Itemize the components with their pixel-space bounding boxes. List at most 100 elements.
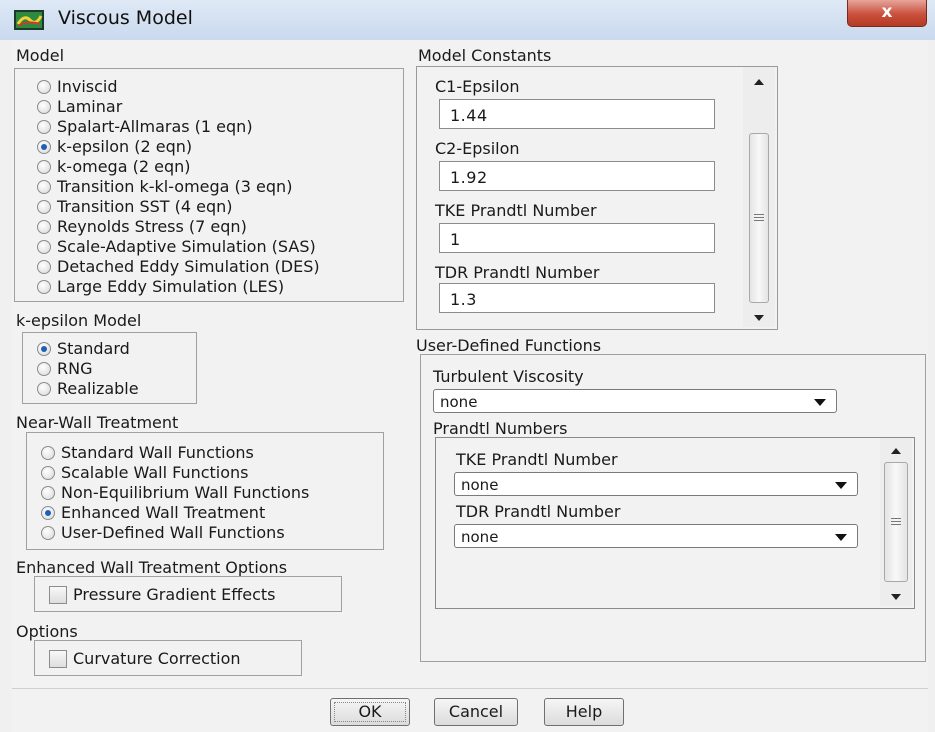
model-option-label: Scale-Adaptive Simulation (SAS) [57, 237, 316, 256]
close-icon: x [881, 2, 893, 22]
grip-icon [891, 524, 901, 525]
model-option-label: Detached Eddy Simulation (DES) [57, 257, 320, 276]
c1-epsilon-input[interactable]: 1.44 [439, 99, 715, 129]
radio-icon [37, 80, 51, 94]
c2-epsilon-input[interactable]: 1.92 [439, 161, 715, 191]
cancel-button-label: Cancel [448, 702, 504, 721]
udf-tdr-prandtl-dropdown[interactable]: none [454, 524, 858, 548]
model-group: Inviscid Laminar Spalart-Allmaras (1 eqn… [14, 68, 404, 302]
radio-selected-icon [37, 140, 51, 154]
radio-icon [37, 382, 51, 396]
curvature-correction-checkbox[interactable]: Curvature Correction [49, 649, 289, 669]
model-option-label: Reynolds Stress (7 eqn) [57, 217, 247, 236]
model-constants-scrollbar[interactable] [743, 67, 775, 327]
viscous-model-dialog: Viscous Model x Model Inviscid Laminar S… [0, 0, 935, 732]
title-bar[interactable]: Viscous Model x [0, 0, 935, 40]
c1-epsilon-label: C1-Epsilon [435, 77, 520, 96]
k-epsilon-option-label: Standard [57, 339, 130, 358]
radio-icon [41, 486, 55, 500]
checkbox-icon [49, 586, 67, 604]
tdr-prandtl-number-label: TDR Prandtl Number [435, 263, 600, 282]
radio-icon [37, 280, 51, 294]
model-option-label: Inviscid [57, 77, 118, 96]
radio-icon [37, 160, 51, 174]
pressure-gradient-effects-checkbox[interactable]: Pressure Gradient Effects [49, 585, 329, 605]
k-epsilon-model-group: Standard RNG Realizable [22, 332, 197, 404]
near-wall-option-label: Standard Wall Functions [61, 443, 254, 462]
near-wall-option-label: User-Defined Wall Functions [61, 523, 285, 542]
udf-tdr-prandtl-label: TDR Prandtl Number [456, 502, 621, 521]
radio-selected-icon [37, 342, 51, 356]
scroll-up-arrow-icon[interactable] [754, 79, 764, 85]
scrollbar-thumb[interactable] [749, 133, 769, 303]
model-option-label: Spalart-Allmaras (1 eqn) [57, 117, 253, 136]
turbulent-viscosity-label: Turbulent Viscosity [433, 367, 584, 386]
model-constants-panel: C1-Epsilon 1.44 C2-Epsilon 1.92 TKE Pran… [416, 66, 778, 330]
scroll-down-arrow-icon[interactable] [754, 315, 764, 321]
fluent-app-icon [14, 10, 44, 30]
radio-icon [37, 120, 51, 134]
near-wall-treatment-group: Standard Wall Functions Scalable Wall Fu… [26, 432, 384, 550]
radio-icon [37, 180, 51, 194]
turbulent-viscosity-value: none [440, 393, 478, 411]
grip-icon [754, 214, 764, 215]
radio-icon [37, 100, 51, 114]
k-epsilon-option-label: RNG [57, 359, 93, 378]
radio-icon [41, 526, 55, 540]
k-epsilon-option-label: Realizable [57, 379, 139, 398]
chevron-down-icon [835, 534, 847, 541]
enhanced-wall-options-title: Enhanced Wall Treatment Options [16, 558, 288, 577]
grip-icon [891, 521, 901, 522]
near-wall-option-label: Enhanced Wall Treatment [61, 503, 266, 522]
near-wall-option-label: Non-Equilibrium Wall Functions [61, 483, 310, 502]
grip-icon [754, 217, 764, 218]
radio-icon [37, 362, 51, 376]
curvature-correction-label: Curvature Correction [73, 649, 241, 668]
udf-tke-prandtl-value: none [461, 476, 499, 494]
tke-prandtl-number-input[interactable]: 1 [439, 223, 715, 253]
dialog-body: Model Inviscid Laminar Spalart-Allmaras … [12, 40, 928, 732]
chevron-down-icon [835, 482, 847, 489]
prandtl-numbers-panel: TKE Prandtl Number none TDR Prandtl Numb… [435, 437, 915, 609]
chevron-down-icon [814, 399, 826, 406]
turbulent-viscosity-dropdown[interactable]: none [433, 389, 837, 413]
radio-icon [41, 466, 55, 480]
k-epsilon-model-title: k-epsilon Model [16, 311, 142, 330]
close-button[interactable]: x [847, 0, 927, 27]
pressure-gradient-effects-label: Pressure Gradient Effects [73, 585, 276, 604]
radio-icon [41, 446, 55, 460]
ok-button[interactable]: OK [330, 698, 410, 726]
window-title: Viscous Model [58, 7, 193, 29]
prandtl-numbers-scrollbar[interactable] [880, 438, 912, 606]
tke-prandtl-number-label: TKE Prandtl Number [435, 201, 597, 220]
grip-icon [754, 220, 764, 221]
model-constants-title: Model Constants [418, 46, 552, 65]
options-group: Curvature Correction [34, 640, 302, 676]
help-button[interactable]: Help [544, 698, 624, 726]
radio-icon [37, 260, 51, 274]
model-option-label: Transition SST (4 eqn) [57, 197, 233, 216]
user-defined-functions-title: User-Defined Functions [416, 336, 602, 355]
radio-icon [37, 220, 51, 234]
radio-selected-icon [41, 506, 55, 520]
scrollbar-thumb[interactable] [884, 462, 908, 582]
tdr-prandtl-number-input[interactable]: 1.3 [439, 283, 715, 313]
udf-tke-prandtl-label: TKE Prandtl Number [456, 450, 618, 469]
button-bar-divider [12, 688, 928, 689]
cancel-button[interactable]: Cancel [434, 698, 518, 726]
udf-tke-prandtl-dropdown[interactable]: none [454, 472, 858, 496]
radio-icon [37, 200, 51, 214]
prandtl-numbers-title: Prandtl Numbers [433, 419, 568, 438]
near-wall-treatment-title: Near-Wall Treatment [16, 413, 179, 432]
model-option-label: Large Eddy Simulation (LES) [57, 277, 285, 296]
enhanced-wall-options-group: Pressure Gradient Effects [34, 576, 342, 612]
near-wall-option-label: Scalable Wall Functions [61, 463, 249, 482]
model-option-label: Transition k-kl-omega (3 eqn) [57, 177, 293, 196]
focus-rect [334, 702, 406, 722]
options-title: Options [16, 622, 78, 641]
scroll-up-arrow-icon[interactable] [891, 448, 901, 454]
scroll-down-arrow-icon[interactable] [891, 594, 901, 600]
help-button-label: Help [565, 702, 603, 721]
model-option-label: k-omega (2 eqn) [57, 157, 191, 176]
model-option-label: Laminar [57, 97, 123, 116]
